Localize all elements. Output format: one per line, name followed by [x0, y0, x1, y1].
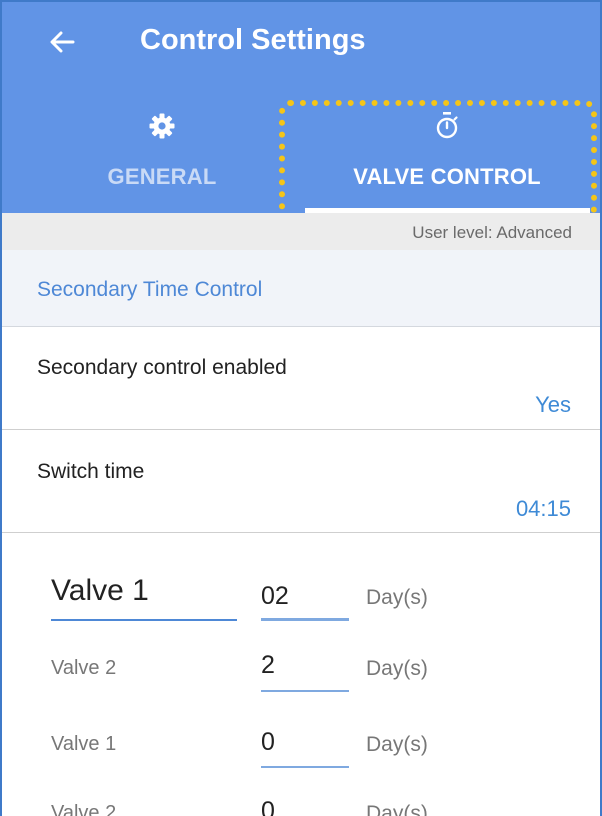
valve-days-input[interactable]: 02 [261, 582, 349, 621]
valve-name: Valve 2 [51, 657, 117, 679]
section-header: Secondary Time Control [2, 250, 600, 327]
stopwatch-icon [435, 110, 459, 142]
gear-icon [148, 110, 176, 142]
valve-name: Valve 2 [51, 802, 117, 816]
valve-days-input[interactable]: 2 [261, 651, 349, 692]
user-level-text: User level: Advanced [412, 223, 572, 242]
setting-value: Yes [535, 392, 571, 417]
valve-unit: Day(s) [366, 802, 428, 816]
page-title: Control Settings [140, 24, 366, 56]
tab-general[interactable]: GENERAL [62, 97, 262, 213]
tab-general-label: GENERAL [107, 164, 217, 189]
app-bar: Control Settings GENERAL VALVE CONTROL [2, 2, 600, 213]
valve-days-input[interactable]: 0 [261, 797, 349, 816]
valve-name: Valve 1 [51, 733, 117, 755]
setting-value: 04:15 [515, 496, 571, 521]
setting-secondary-control-enabled[interactable]: Secondary control enabled Yes [2, 326, 600, 430]
setting-switch-time[interactable]: Switch time 04:15 [2, 430, 600, 533]
setting-label: Secondary control enabled [37, 356, 287, 379]
tab-valve-control-label: VALVE CONTROL [353, 164, 541, 189]
valve-days-input[interactable]: 0 [261, 728, 349, 768]
section-title: Secondary Time Control [37, 278, 263, 301]
back-button[interactable] [42, 22, 82, 62]
valve-unit: Day(s) [366, 586, 428, 609]
valve-unit: Day(s) [366, 657, 428, 680]
tab-valve-control[interactable]: VALVE CONTROL [302, 97, 592, 213]
setting-label: Switch time [37, 460, 145, 483]
valve-name-field[interactable]: Valve 1 [51, 574, 237, 621]
arrow-left-icon [50, 31, 75, 53]
valve-unit: Day(s) [366, 733, 428, 756]
screen: Control Settings GENERAL VALVE CONTROL U… [0, 0, 602, 816]
user-level-bar: User level: Advanced [2, 213, 600, 250]
